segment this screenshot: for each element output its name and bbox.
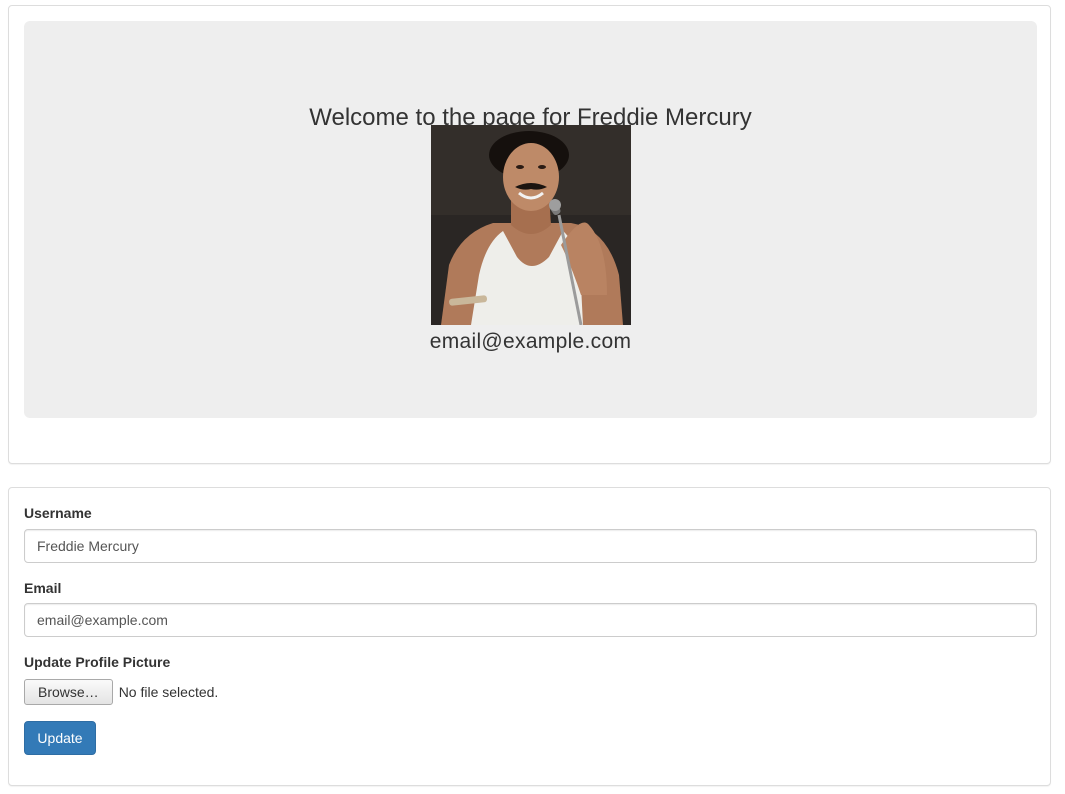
username-input[interactable] — [24, 529, 1037, 563]
profile-panel: Welcome to the page for Freddie Mercury — [8, 5, 1051, 464]
file-upload: Browse… No file selected. — [24, 679, 218, 705]
update-button[interactable]: Update — [24, 721, 96, 755]
profile-email: email@example.com — [429, 330, 632, 353]
email-input[interactable] — [24, 603, 1037, 637]
email-label: Email — [24, 580, 62, 596]
browse-button[interactable]: Browse… — [24, 679, 113, 705]
profile-jumbotron: Welcome to the page for Freddie Mercury — [24, 21, 1037, 418]
profile-picture-label: Update Profile Picture — [24, 654, 171, 670]
update-form-panel: Username Email Update Profile Picture Br… — [8, 487, 1051, 786]
profile-photo — [431, 125, 631, 325]
file-status-text: No file selected. — [118, 684, 219, 700]
username-label: Username — [24, 505, 92, 521]
